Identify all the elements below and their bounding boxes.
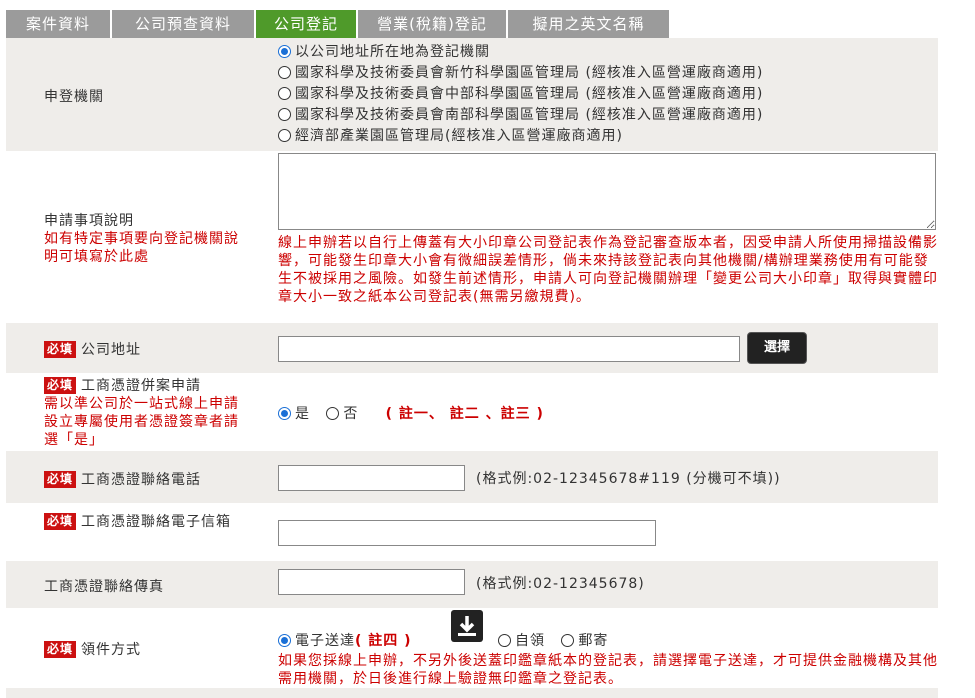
moea-certificate-label-block: 必填 工商憑證併案申請 需以準公司於一站式線上申請設立專屬使用者憑證簽章者請選「是… — [44, 377, 244, 449]
cert-email-label: 工商憑證聯絡電子信箱 — [81, 514, 232, 530]
registration-office-options: 以公司地址所在地為登記機關 國家科學及技術委員會新竹科學園區管理局 (經核准入區… — [278, 42, 763, 147]
pickup-other-options: 自領 郵寄 — [498, 630, 608, 652]
cert-fax-format-hint: (格式例:02-12345678) — [476, 576, 645, 592]
tab-name-precheck[interactable]: 公司預查資料 — [112, 10, 254, 38]
pickup-self-option[interactable]: 自領 — [515, 633, 545, 649]
address-select-button[interactable]: 選擇 — [747, 332, 807, 364]
pickup-method-row: 必填 領件方式 電子送達( 註四 ) 自領 郵寄 如果您採線上申辦，不另外後送蓋印… — [6, 608, 938, 688]
pickup-method-options: 電子送達( 註四 ) — [278, 630, 412, 652]
registration-office-option[interactable]: 以公司地址所在地為登記機關 — [278, 42, 763, 63]
radio-icon[interactable] — [278, 129, 291, 142]
radio-icon[interactable] — [561, 634, 575, 647]
registration-office-row: 申登機關 以公司地址所在地為登記機關 國家科學及技術委員會新竹科學園區管理局 (… — [6, 38, 938, 151]
company-address-label: 公司地址 — [81, 342, 142, 358]
cert-email-input[interactable] — [278, 520, 656, 546]
required-badge: 必填 — [44, 471, 77, 488]
moea-certificate-hint: 需以準公司於一站式線上申請設立專屬使用者憑證簽章者請選「是」 — [44, 396, 239, 448]
radio-icon[interactable] — [278, 108, 291, 121]
required-badge: 必填 — [44, 641, 77, 658]
cert-phone-format-hint: (格式例:02-12345678#119 (分機可不填)) — [476, 471, 781, 487]
application-note-row: 申請事項說明 如有特定事項要向登記機關說明可填寫於此處 線上申辦若以自行上傳蓋有… — [6, 151, 938, 323]
registration-office-option[interactable]: 國家科學及技術委員會南部科學園區管理局 (經核准入區營運廠商適用) — [278, 105, 763, 126]
tab-company-registration[interactable]: 公司登記 — [256, 10, 356, 38]
company-address-input[interactable] — [278, 336, 740, 362]
radio-icon[interactable] — [278, 66, 291, 79]
application-note-label-block: 申請事項說明 如有特定事項要向登記機關說明可填寫於此處 — [44, 212, 244, 266]
radio-selected-icon[interactable] — [278, 634, 291, 647]
company-address-row: 必填 公司地址 選擇 — [6, 323, 938, 373]
moea-certificate-yes[interactable]: 是 — [295, 406, 310, 422]
registration-office-option[interactable]: 經濟部產業園區管理局(經核准入區營運廠商適用) — [278, 126, 763, 147]
moea-certificate-options: 是 否 ( 註一、 註二 、註三 ) — [278, 403, 544, 423]
tab-bar: 案件資料 公司預查資料 公司登記 營業(稅籍)登記 擬用之英文名稱 — [6, 10, 671, 38]
seal-size-warning: 線上申辦若以自行上傳蓋有大小印章公司登記表作為登記審查版本者，因受申請人所使用掃… — [278, 235, 938, 305]
cert-fax-input[interactable] — [278, 569, 465, 595]
pickup-method-warning: 如果您採線上申辦，不另外後送蓋印鑑章紙本的登記表，請選擇電子送達，才可提供金融機… — [278, 653, 938, 687]
required-badge: 必填 — [44, 513, 77, 530]
moea-certificate-no[interactable]: 否 — [343, 406, 358, 422]
pickup-method-label-block: 必填 領件方式 — [44, 639, 141, 659]
required-badge: 必填 — [44, 377, 77, 394]
cert-phone-label-block: 必填 工商憑證聯絡電話 — [44, 469, 201, 489]
radio-icon[interactable] — [326, 407, 340, 420]
radio-selected-icon[interactable] — [278, 45, 291, 58]
radio-icon[interactable] — [498, 634, 511, 647]
pickup-electronic-option[interactable]: 電子送達 — [295, 633, 355, 649]
application-note-hint: 如有特定事項要向登記機關說明可填寫於此處 — [44, 231, 239, 265]
download-icon[interactable] — [451, 610, 483, 642]
moea-certificate-label: 工商憑證併案申請 — [81, 378, 202, 394]
company-address-label-block: 必填 公司地址 — [44, 339, 141, 359]
cert-fax-row: 工商憑證聯絡傳真 (格式例:02-12345678) — [6, 561, 938, 608]
moea-certificate-notes-link[interactable]: ( 註一、 註二 、註三 ) — [386, 406, 544, 422]
moea-certificate-row: 必填 工商憑證併案申請 需以準公司於一站式線上申請設立專屬使用者憑證簽章者請選「是… — [6, 373, 938, 451]
application-note-textarea[interactable] — [278, 153, 936, 230]
cert-fax-label: 工商憑證聯絡傳真 — [44, 579, 164, 595]
next-row — [6, 688, 938, 698]
tab-case-info[interactable]: 案件資料 — [6, 10, 110, 38]
radio-selected-icon[interactable] — [278, 407, 291, 420]
application-note-label: 申請事項說明 — [44, 213, 134, 229]
cert-email-label-block: 必填 工商憑證聯絡電子信箱 — [44, 513, 234, 531]
cert-phone-label: 工商憑證聯絡電話 — [81, 472, 202, 488]
cert-phone-row: 必填 工商憑證聯絡電話 (格式例:02-12345678#119 (分機可不填)) — [6, 451, 938, 503]
registration-office-label: 申登機關 — [44, 89, 104, 105]
registration-office-option[interactable]: 國家科學及技術委員會新竹科學園區管理局 (經核准入區營運廠商適用) — [278, 63, 763, 84]
radio-icon[interactable] — [278, 87, 291, 100]
pickup-mail-option[interactable]: 郵寄 — [578, 633, 608, 649]
tab-business-tax-registration[interactable]: 營業(稅籍)登記 — [358, 10, 506, 38]
pickup-method-label: 領件方式 — [81, 642, 142, 658]
registration-office-option[interactable]: 國家科學及技術委員會中部科學園區管理局 (經核准入區營運廠商適用) — [278, 84, 763, 105]
tab-english-name[interactable]: 擬用之英文名稱 — [508, 10, 669, 38]
cert-email-row: 必填 工商憑證聯絡電子信箱 — [6, 503, 938, 561]
pickup-note-link[interactable]: ( 註四 ) — [355, 633, 412, 649]
required-badge: 必填 — [44, 341, 77, 358]
cert-phone-input[interactable] — [278, 465, 465, 491]
